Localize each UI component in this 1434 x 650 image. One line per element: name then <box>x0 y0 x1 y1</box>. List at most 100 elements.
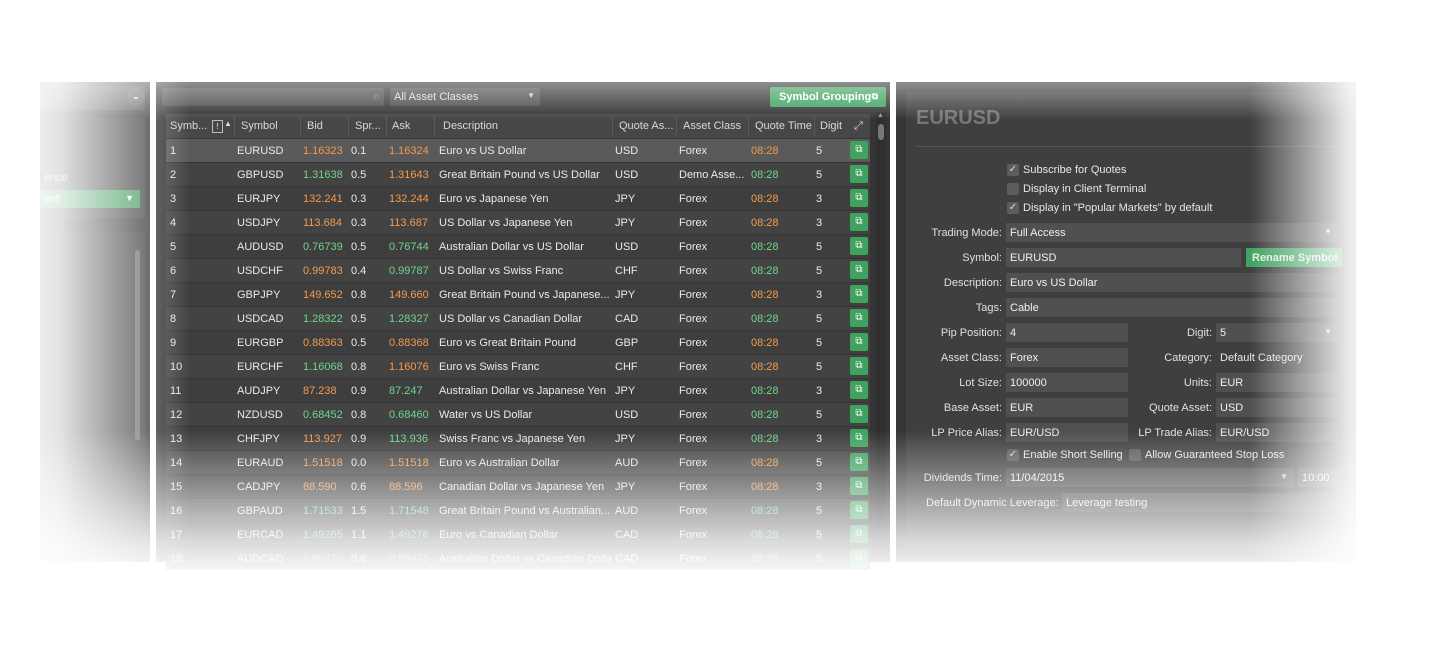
table-row[interactable]: 1 EURUSD 1.16323 0.1 1.16324 Euro vs US Dolla… <box>166 139 870 162</box>
asset-class-field[interactable]: Forex <box>1006 348 1128 367</box>
edit-symbol-icon[interactable]: ⧉ <box>850 141 868 159</box>
edit-symbol-icon[interactable]: ⧉ <box>850 453 868 471</box>
table-row[interactable]: 6 USDCHF 0.99783 0.4 0.99787 US Dollar vs Swi… <box>166 259 870 282</box>
col-separator[interactable] <box>386 116 387 136</box>
digit-select[interactable]: 5 ▼ <box>1216 323 1338 342</box>
scroll-up-icon[interactable]: ▲ <box>877 112 884 119</box>
col-header-asset-class[interactable]: Asset Class <box>683 120 741 132</box>
edit-symbol-icon[interactable]: ⧉ <box>850 309 868 327</box>
col-separator[interactable] <box>612 116 613 136</box>
col-separator[interactable] <box>814 116 815 136</box>
row-asset-class: Forex <box>679 193 708 205</box>
row-number: 16 <box>170 505 183 517</box>
description-field[interactable]: Euro vs US Dollar <box>1006 273 1338 292</box>
table-row[interactable]: 17 EURCAD 1.49265 1.1 1.49276 Euro vs Canadia… <box>166 523 870 546</box>
table-row[interactable]: 16 GBPAUD 1.71533 1.5 1.71548 Great Britain P… <box>166 499 870 522</box>
edit-symbol-icon[interactable]: ⧉ <box>850 501 868 519</box>
column-settings-icon[interactable]: ⤢ <box>854 120 863 133</box>
trading-mode-select[interactable]: Full Access ▼ <box>1006 223 1338 242</box>
row-asset-class: Forex <box>679 265 708 277</box>
edit-symbol-icon[interactable]: ⧉ <box>850 165 868 183</box>
tags-field[interactable]: Cable <box>1006 298 1338 317</box>
row-description: US Dollar vs Swiss Franc <box>439 265 564 277</box>
dividends-time-field[interactable]: 10:00 <box>1298 468 1338 487</box>
short-selling-checkbox[interactable]: ✓ <box>1007 449 1019 461</box>
symbol-field[interactable]: EURUSD <box>1006 248 1241 267</box>
base-asset-field[interactable]: EUR <box>1006 398 1128 417</box>
col-header-spread[interactable]: Spr... <box>355 120 381 132</box>
edit-symbol-icon[interactable]: ⧉ <box>850 477 868 495</box>
col-separator[interactable] <box>234 116 235 136</box>
edit-symbol-icon[interactable]: ⧉ <box>850 381 868 399</box>
quote-asset-field[interactable]: USD <box>1216 398 1338 417</box>
pip-position-value: 4 <box>1010 327 1017 339</box>
scrollbar-thumb[interactable] <box>878 124 884 140</box>
edit-symbol-icon[interactable]: ⧉ <box>850 357 868 375</box>
display-client-checkbox[interactable] <box>1007 183 1019 195</box>
table-row[interactable]: 7 GBPJPY 149.652 0.8 149.660 Great Britain Po… <box>166 283 870 306</box>
row-description: Great Britain Pound vs US Dollar <box>439 169 600 181</box>
edit-symbol-icon[interactable]: ⧉ <box>850 405 868 423</box>
lp-trade-alias-field[interactable]: EUR/USD <box>1216 423 1338 442</box>
grid-scrollbar[interactable]: ▲ <box>876 112 886 562</box>
col-header-symbol[interactable]: Symbol <box>241 120 278 132</box>
table-row[interactable]: 13 CHFJPY 113.927 0.9 113.936 Swiss Franc vs … <box>166 427 870 450</box>
table-row[interactable]: 15 CADJPY 88.590 0.6 88.596 Canadian Dollar v… <box>166 475 870 498</box>
row-digit: 3 <box>816 217 823 229</box>
table-row[interactable]: 3 EURJPY 132.241 0.3 132.244 Euro vs Japanese… <box>166 187 870 210</box>
table-row[interactable]: 9 EURGBP 0.88363 0.5 0.88368 Euro vs Great Br… <box>166 331 870 354</box>
edit-symbol-icon[interactable]: ⧉ <box>850 333 868 351</box>
col-separator[interactable] <box>348 116 349 136</box>
col-header-bid[interactable]: Bid <box>307 120 323 132</box>
col-separator[interactable] <box>676 116 677 136</box>
col-header-digit[interactable]: Digit <box>820 120 842 132</box>
col-header-description[interactable]: Description <box>443 120 498 132</box>
col-separator[interactable] <box>748 116 749 136</box>
col-header-quote-asset[interactable]: Quote As... <box>619 120 673 132</box>
subscribe-checkbox[interactable]: ✓ <box>1007 164 1019 176</box>
table-row[interactable]: 2 GBPUSD 1.31638 0.5 1.31643 Great Britain Po… <box>166 163 870 186</box>
edit-symbol-icon[interactable]: ⧉ <box>850 189 868 207</box>
pip-position-field[interactable]: 4 <box>1006 323 1128 342</box>
symbol-grouping-button[interactable]: Symbol Grouping ⧉ <box>770 87 886 107</box>
table-row[interactable]: 5 AUDUSD 0.76739 0.5 0.76744 Australian Dolla… <box>166 235 870 258</box>
rename-symbol-button[interactable]: Rename Symbol <box>1246 248 1342 267</box>
guaranteed-stop-checkbox[interactable] <box>1129 449 1141 461</box>
row-description: Australian Dollar vs Canadian Dollar <box>439 553 611 565</box>
lp-price-alias-field[interactable]: EUR/USD <box>1006 423 1128 442</box>
display-popular-checkbox[interactable]: ✓ <box>1007 202 1019 214</box>
row-bid: 149.652 <box>303 289 343 301</box>
col-separator[interactable] <box>300 116 301 136</box>
default-leverage-select[interactable]: Leverage testing <box>1062 493 1338 512</box>
edit-symbol-icon[interactable]: ⧉ <box>850 237 868 255</box>
units-field[interactable]: EUR <box>1216 373 1338 392</box>
table-row[interactable]: 14 EURAUD 1.51518 0.0 1.51518 Euro vs Austral… <box>166 451 870 474</box>
col-header-number[interactable]: Symb... <box>170 120 207 132</box>
asset-class-select[interactable]: All Asset Classes ▼ <box>390 88 540 106</box>
table-row[interactable]: 4 USDJPY 113.684 0.3 113.687 US Dollar vs Jap… <box>166 211 870 234</box>
edit-symbol-icon[interactable]: ⧉ <box>850 285 868 303</box>
sort-info-icon[interactable]: ! <box>212 120 223 133</box>
col-header-ask[interactable]: Ask <box>392 120 410 132</box>
dividends-date-picker[interactable]: 11/04/2015 ▼ <box>1006 468 1294 487</box>
symbol-search-input[interactable]: ⌕ <box>162 88 384 106</box>
edit-symbol-icon[interactable]: ⧉ <box>850 429 868 447</box>
sidebar-dropdown-value: ent <box>44 193 60 205</box>
table-row[interactable]: 12 NZDUSD 0.68452 0.8 0.68460 Water vs US Dol… <box>166 403 870 426</box>
edit-symbol-icon[interactable]: ⧉ <box>850 261 868 279</box>
table-row[interactable]: 18 AUDCAD 0.98470 0.6 0.98476 Australian Doll… <box>166 547 870 570</box>
edit-symbol-icon[interactable]: ⧉ <box>850 549 868 567</box>
table-row[interactable]: 10 EURCHF 1.16068 0.8 1.16076 Euro vs Swiss F… <box>166 355 870 378</box>
edit-symbol-icon[interactable]: ⧉ <box>850 525 868 543</box>
col-separator[interactable] <box>434 116 435 136</box>
row-ask: 0.98476 <box>389 553 429 565</box>
table-row[interactable]: 8 USDCAD 1.28322 0.5 1.28327 US Dollar vs Can… <box>166 307 870 330</box>
col-header-quote-time[interactable]: Quote Time <box>755 120 812 132</box>
row-spread: 1.1 <box>351 529 367 541</box>
table-row[interactable]: 11 AUDJPY 87.238 0.9 87.247 Australian Dollar… <box>166 379 870 402</box>
sidebar-dropdown[interactable]: ent ▼ <box>40 190 140 208</box>
user-icon[interactable]: ◒ <box>127 88 145 106</box>
edit-symbol-icon[interactable]: ⧉ <box>850 213 868 231</box>
sidebar-scrollbar[interactable] <box>135 250 140 440</box>
lot-size-field[interactable]: 100000 <box>1006 373 1128 392</box>
